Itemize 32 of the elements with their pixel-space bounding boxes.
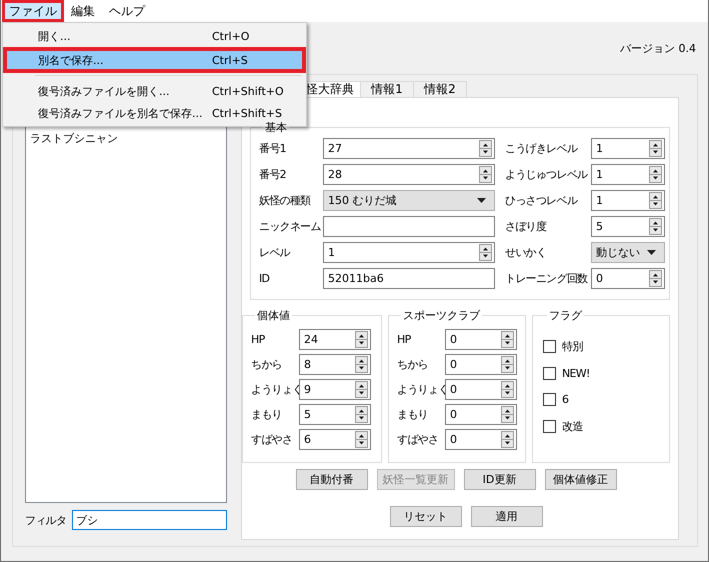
field-label: HP [397, 333, 412, 346]
checkbox-label: 特別 [562, 339, 583, 354]
field-label: 番号1 [259, 141, 287, 156]
field-label: すばやさ [251, 432, 294, 447]
field-label: ようじゅつレベル [504, 167, 589, 182]
field-label: せいかく [504, 245, 548, 260]
group-title: 基本 [264, 120, 288, 135]
field-label: 妖怪の種類 [259, 193, 312, 208]
field-label: ちから [251, 357, 283, 372]
field-label: まもり [251, 407, 283, 422]
checkbox-label: NEW! [562, 367, 590, 380]
filter-label: フィルタ [25, 512, 66, 528]
group-title: スポーツクラブ [402, 308, 482, 323]
checkbox-label: 6 [562, 393, 568, 406]
field-label: 番号2 [259, 167, 287, 182]
field-label: ようりょく [251, 382, 299, 397]
field-label: ひっさつレベル [504, 193, 579, 208]
field-label: すばやさ [397, 432, 440, 447]
field-label: ようりょく [397, 382, 445, 397]
group-title: フラグ [548, 308, 584, 323]
field-label: ID [259, 272, 270, 285]
field-label: ちから [397, 357, 429, 372]
field-label: トレーニング回数 [504, 271, 588, 286]
group-title: 個体値 [256, 308, 291, 323]
field-label: まもり [397, 407, 429, 422]
field-label: こうげきレベル [504, 141, 579, 156]
version-label: バージョン 0.4 [620, 40, 696, 56]
field-label: さぼり度 [504, 219, 548, 234]
checkbox-label: 改造 [562, 419, 583, 434]
field-label: ニックネーム [259, 219, 321, 234]
field-label: HP [251, 333, 266, 346]
field-label: レベル [259, 245, 292, 260]
